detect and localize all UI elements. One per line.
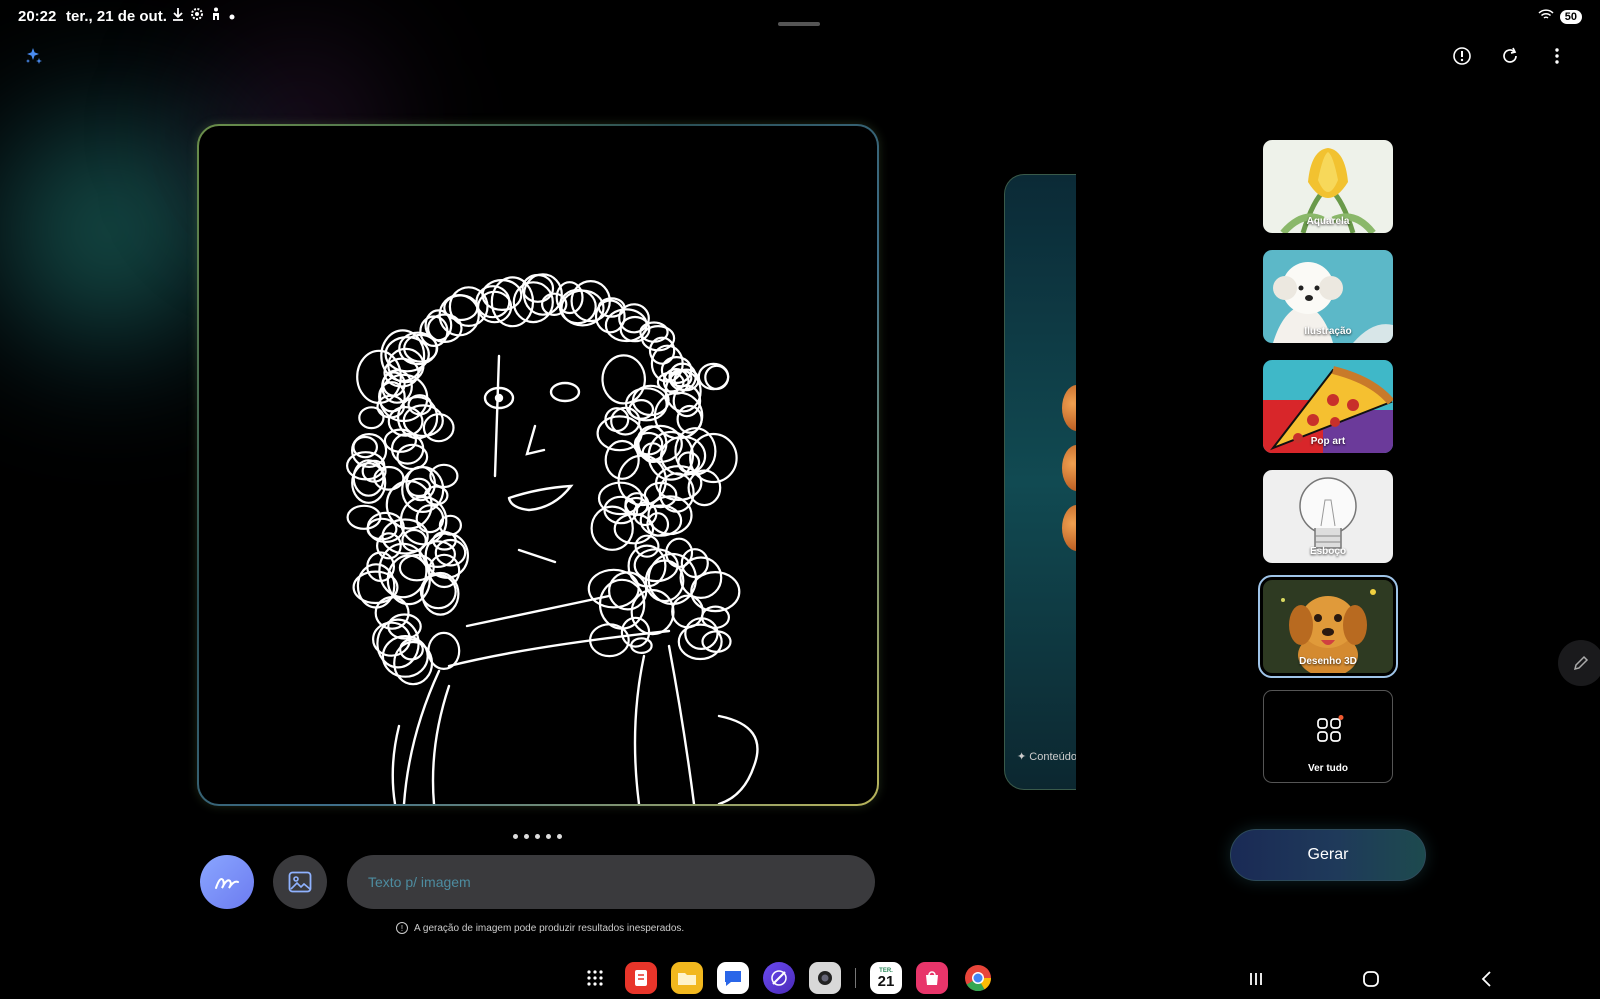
page-dot	[557, 834, 562, 839]
peek-image-detail	[1062, 445, 1076, 491]
status-right: 50	[1538, 8, 1582, 26]
style-esboco[interactable]: Esboço	[1263, 470, 1393, 563]
dock-separator	[855, 968, 856, 988]
page-indicator[interactable]	[513, 834, 562, 839]
ai-sparkle-icon[interactable]	[20, 42, 48, 70]
sketch-canvas[interactable]	[197, 124, 879, 806]
add-image-button[interactable]	[273, 855, 327, 909]
files-app-icon[interactable]	[671, 962, 703, 994]
calendar-app-icon[interactable]: TER. 21	[870, 962, 902, 994]
wifi-icon	[1538, 8, 1554, 26]
image-icon	[288, 871, 312, 893]
style-label: Ilustração	[1304, 326, 1352, 337]
handwriting-icon	[215, 878, 239, 889]
notes-app-icon[interactable]	[625, 962, 657, 994]
grid-icon	[1317, 715, 1344, 742]
style-label: Desenho 3D	[1299, 656, 1357, 667]
home-button[interactable]	[1356, 968, 1386, 990]
info-icon: !	[396, 922, 408, 934]
ai-content-icon: ✦	[1017, 751, 1027, 763]
status-time: 20:22	[18, 8, 57, 25]
next-result-card[interactable]: ✦ Conteúdo	[1004, 174, 1076, 790]
info-icon[interactable]	[1448, 42, 1476, 70]
download-icon	[172, 7, 184, 26]
style-desenho-3d[interactable]: Desenho 3D	[1258, 575, 1398, 678]
refresh-icon[interactable]	[1496, 42, 1524, 70]
status-date: ter., 21 de out.	[66, 8, 167, 25]
style-ver-tudo[interactable]: Ver tudo	[1263, 690, 1393, 783]
drag-handle[interactable]	[778, 22, 820, 26]
camera-app-icon[interactable]	[809, 962, 841, 994]
page-dot	[513, 834, 518, 839]
draw-mode-button[interactable]	[200, 855, 254, 909]
dot-icon	[228, 8, 236, 26]
apps-grid-icon[interactable]	[579, 962, 611, 994]
accessibility-icon	[210, 7, 222, 26]
sketch-drawing	[345, 273, 759, 804]
pencil-icon	[1573, 655, 1589, 671]
page-dot	[535, 834, 540, 839]
more-icon[interactable]	[1543, 42, 1571, 70]
prompt-input[interactable]	[347, 855, 875, 909]
battery-indicator: 50	[1559, 10, 1582, 24]
chrome-app-icon[interactable]	[962, 962, 994, 994]
messages-app-icon[interactable]	[717, 962, 749, 994]
style-aquarela[interactable]: Aquarela	[1263, 140, 1393, 233]
style-ilustracao[interactable]: Ilustração	[1263, 250, 1393, 343]
browser-app-icon[interactable]	[763, 962, 795, 994]
status-icons	[172, 7, 236, 26]
page-dot	[546, 834, 551, 839]
settings-icon	[190, 7, 204, 26]
page-dot	[524, 834, 529, 839]
style-label: Aquarela	[1306, 216, 1350, 227]
store-app-icon[interactable]	[916, 962, 948, 994]
disclaimer: ! A geração de imagem pode produzir resu…	[396, 922, 684, 934]
side-edit-handle[interactable]	[1558, 640, 1600, 686]
peek-image-detail	[1062, 505, 1076, 551]
status-bar: 20:22 ter., 21 de out. 50	[0, 0, 1600, 34]
style-label: Pop art	[1310, 436, 1346, 447]
style-label: Ver tudo	[1307, 763, 1348, 774]
generate-button[interactable]: Gerar	[1230, 829, 1426, 881]
peek-card-label: ✦ Conteúdo	[1017, 751, 1076, 763]
recent-apps-button[interactable]	[1241, 968, 1271, 990]
disclaimer-text: A geração de imagem pode produzir result…	[414, 922, 685, 934]
style-label: Esboço	[1309, 546, 1347, 557]
taskbar-dock: TER. 21	[579, 962, 994, 994]
calendar-day: 21	[877, 973, 895, 990]
back-button[interactable]	[1471, 968, 1501, 990]
peek-image-detail	[1062, 385, 1076, 431]
style-pop-art[interactable]: Pop art	[1263, 360, 1393, 453]
